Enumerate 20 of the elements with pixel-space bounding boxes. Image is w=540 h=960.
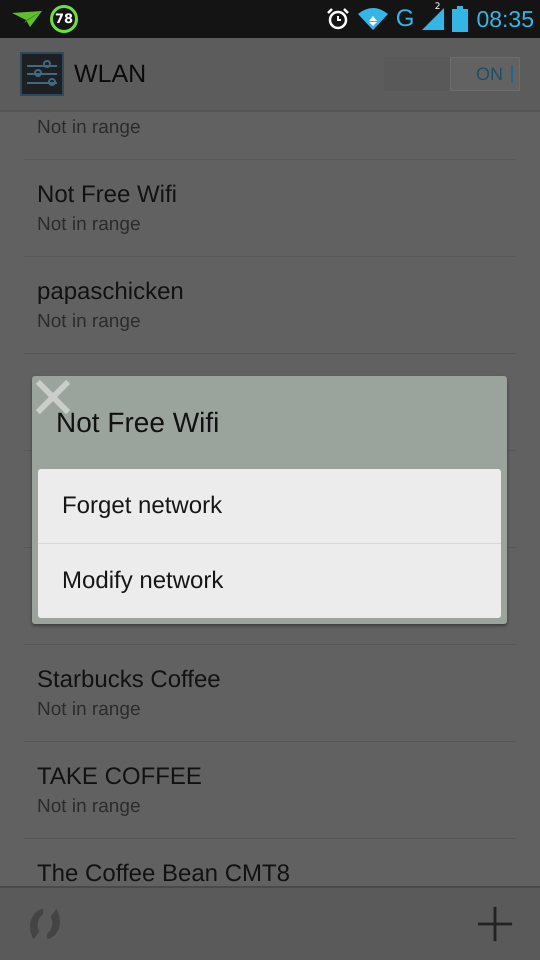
network-name: Not Free Wifi (37, 180, 178, 210)
alarm-icon (326, 7, 350, 31)
sim-slot-label: 2 (434, 2, 440, 12)
network-type: G (396, 5, 414, 33)
battery-icon (452, 6, 468, 32)
paper-plane-icon (12, 11, 42, 27)
network-name: Starbucks Coffee (37, 665, 222, 695)
wifi-icon (358, 8, 388, 30)
battery-badge: 78 (50, 5, 78, 33)
screen-title: WLAN (74, 60, 148, 88)
network-name: TAKE COFFEE (37, 762, 203, 792)
clock-time: 08:35 (476, 6, 534, 32)
dialog-title: Not Free Wifi (56, 406, 220, 438)
dialog-option[interactable]: Forget network (38, 469, 501, 544)
signal-icon (422, 8, 444, 30)
add-icon[interactable] (476, 905, 514, 943)
settings-icon (20, 52, 64, 96)
network-name: The Coffee Bean CMT8 (37, 859, 292, 886)
network-name: papaschicken (37, 277, 185, 307)
dialog-option[interactable]: Modify network (38, 544, 501, 618)
